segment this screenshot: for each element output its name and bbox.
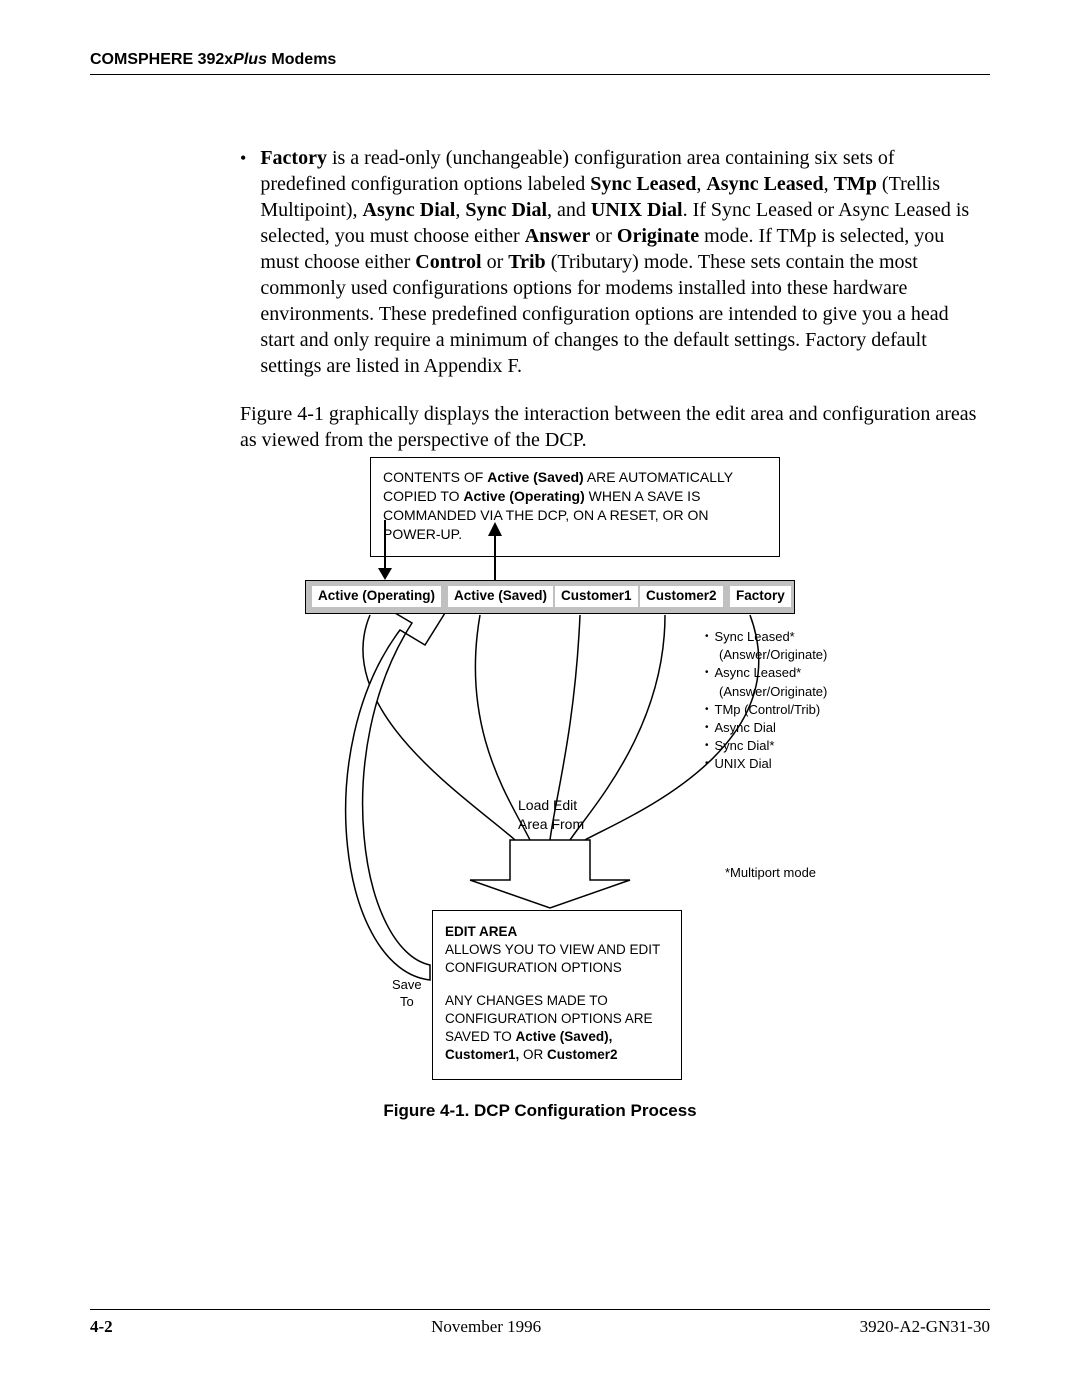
area-customer2: Customer2 (640, 586, 723, 607)
body-text: • Factory is a read-only (unchangeable) … (240, 145, 980, 453)
bullet-icon: • (240, 145, 246, 379)
figure-caption: Figure 4-1. DCP Configuration Process (90, 1100, 990, 1121)
footer-docnum: 3920-A2-GN31-30 (860, 1316, 990, 1337)
factory-bullet-paragraph: Factory is a read-only (unchangeable) co… (260, 145, 980, 379)
multiport-note: *Multiport mode (725, 865, 816, 881)
top-info-box: CONTENTS OF Active (Saved) ARE AUTOMATIC… (370, 457, 780, 557)
edit-area-title: EDIT AREA (445, 924, 517, 939)
figure-4-1: CONTENTS OF Active (Saved) ARE AUTOMATIC… (320, 450, 870, 1130)
page-header: COMSPHERE 392xPlus Modems (90, 50, 990, 75)
header-italic: Plus (233, 51, 267, 68)
footer-page: 4-2 (90, 1316, 113, 1337)
area-customer1: Customer1 (555, 586, 638, 607)
area-factory: Factory (730, 586, 791, 607)
footer-date: November 1996 (431, 1316, 541, 1337)
area-active-operating: Active (Operating) (312, 586, 441, 607)
area-active-saved: Active (Saved) (448, 586, 553, 607)
header-prefix: COMSPHERE 392x (90, 51, 233, 68)
save-to-label: Save To (392, 977, 422, 1011)
page-footer: 4-2 November 1996 3920-A2-GN31-30 (90, 1309, 990, 1337)
header-suffix: Modems (267, 51, 336, 68)
intro-paragraph: Figure 4-1 graphically displays the inte… (240, 401, 980, 453)
factory-option-list: •Sync Leased* (Answer/Originate) •Async … (705, 628, 827, 774)
edit-area-box: EDIT AREA ALLOWS YOU TO VIEW AND EDIT CO… (432, 910, 682, 1080)
word-factory: Factory (260, 147, 327, 169)
load-edit-label: Load Edit Area From (518, 796, 584, 834)
